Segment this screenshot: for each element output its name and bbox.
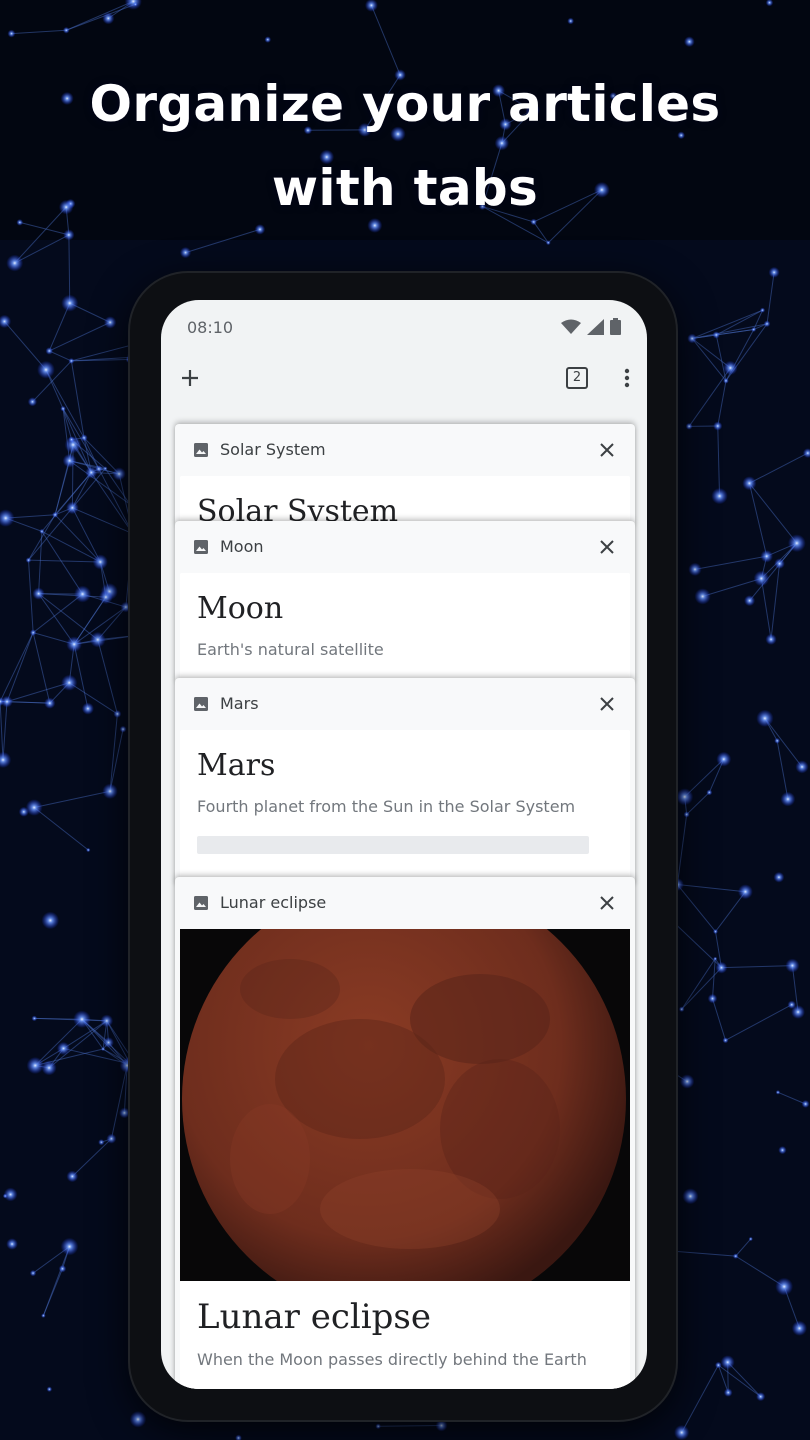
tab-label: Moon: [220, 537, 264, 556]
toolbar: 2: [161, 352, 647, 402]
tab-count-badge: 2: [566, 367, 588, 389]
tab-card-moon[interactable]: Moon Moon Earth's natural satellite: [175, 521, 635, 681]
article-description: Fourth planet from the Sun in the Solar …: [197, 797, 576, 816]
article-description: When the Moon passes directly behind the…: [197, 1350, 587, 1369]
article-description: Earth's natural satellite: [197, 640, 384, 659]
more-vert-icon: [624, 368, 630, 388]
article-preview: Mars Fourth planet from the Sun in the S…: [180, 730, 630, 880]
article-preview: Moon Earth's natural satellite: [180, 573, 630, 681]
status-bar: 08:10: [161, 300, 647, 352]
article-preview: Solar System: [180, 476, 630, 524]
tab-card-header: Mars: [175, 678, 635, 730]
image-icon: [194, 443, 208, 457]
close-tab-button[interactable]: [595, 891, 619, 915]
loading-placeholder: [197, 836, 589, 854]
headline: Organize your articles with tabs: [0, 62, 810, 230]
more-options-button[interactable]: [609, 360, 645, 396]
article-title: Lunar eclipse: [197, 1297, 431, 1337]
close-tab-button[interactable]: [595, 535, 619, 559]
close-icon: [600, 443, 614, 457]
tab-card-lunar-eclipse[interactable]: Lunar eclipse Lunar eclipse When the Moo…: [175, 877, 635, 1389]
tab-card-mars[interactable]: Mars Mars Fourth planet from the Sun in …: [175, 678, 635, 883]
article-title: Moon: [197, 591, 284, 626]
lunar-eclipse-image: [180, 929, 630, 1281]
tab-label: Lunar eclipse: [220, 893, 327, 912]
close-tab-button[interactable]: [595, 438, 619, 462]
tab-card-header: Solar System: [175, 424, 635, 476]
tab-label: Mars: [220, 694, 259, 713]
tab-card-header: Lunar eclipse: [175, 877, 635, 929]
plus-icon: [182, 370, 198, 386]
close-icon: [600, 697, 614, 711]
phone-screen: 08:10 2 Solar System Solar System Moon M…: [161, 300, 647, 1389]
image-icon: [194, 697, 208, 711]
tab-card-solar-system[interactable]: Solar System Solar System: [175, 424, 635, 524]
tab-switcher-button[interactable]: 2: [559, 360, 595, 396]
status-time: 08:10: [187, 318, 234, 337]
close-tab-button[interactable]: [595, 692, 619, 716]
close-icon: [600, 896, 614, 910]
headline-line-2: with tabs: [271, 159, 539, 217]
image-icon: [194, 540, 208, 554]
wifi-icon: [561, 319, 581, 334]
image-icon: [194, 896, 208, 910]
close-icon: [600, 540, 614, 554]
headline-line-1: Organize your articles: [89, 75, 721, 133]
article-title: Mars: [197, 748, 276, 783]
battery-icon: [610, 318, 621, 335]
article-preview: Lunar eclipse When the Moon passes direc…: [180, 1281, 630, 1389]
new-tab-button[interactable]: [172, 360, 208, 396]
signal-icon: [587, 318, 604, 335]
tab-card-header: Moon: [175, 521, 635, 573]
tab-label: Solar System: [220, 440, 326, 459]
article-title: Solar System: [197, 494, 399, 524]
